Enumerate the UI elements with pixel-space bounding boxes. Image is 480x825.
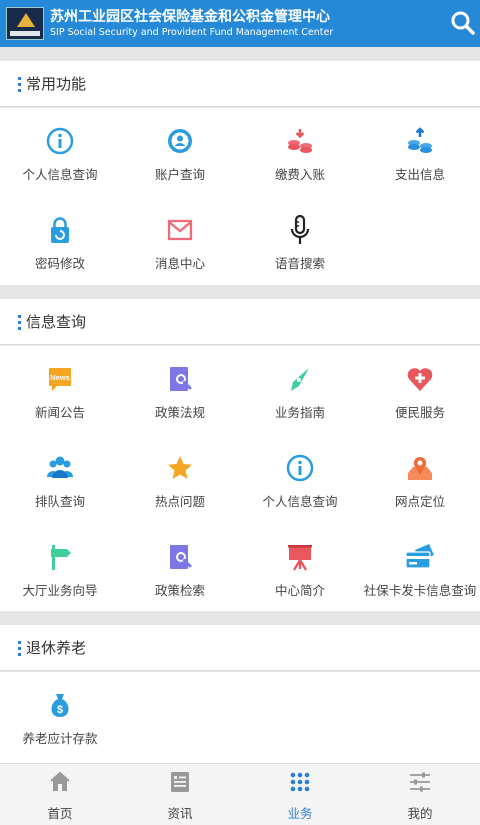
grid-dots-icon	[290, 772, 310, 792]
section-title: 常用功能	[26, 75, 87, 93]
tab-label: 资讯	[167, 806, 193, 821]
item-card-issuance[interactable]: 社保卡发卡信息查询	[360, 524, 480, 612]
compass-icon	[291, 368, 309, 391]
item-news[interactable]: News 新闻公告	[0, 346, 120, 434]
star-icon	[168, 456, 192, 479]
item-label: 排队查询	[34, 494, 85, 509]
section-bar	[18, 641, 21, 656]
item-label: 政策检索	[154, 583, 205, 598]
item-queue-query[interactable]: 排队查询	[0, 435, 120, 523]
money-bag-icon: $	[51, 694, 69, 717]
tab-business[interactable]: 业务	[240, 764, 360, 825]
header-title: 苏州工业园区社会保险基金和公积金管理中心	[50, 9, 330, 25]
sip-logo	[6, 7, 44, 40]
document-search-icon	[170, 545, 192, 569]
item-label: 热点问题	[154, 494, 205, 509]
map-pin-icon	[408, 456, 432, 480]
tab-label: 我的	[407, 806, 433, 821]
item-label: 政策法规	[154, 405, 205, 420]
item-label: 大厅业务向导	[22, 583, 98, 598]
item-hall-guide[interactable]: 大厅业务向导	[0, 524, 120, 612]
home-icon	[50, 771, 70, 791]
item-label: 支出信息	[394, 167, 445, 182]
mail-icon	[167, 219, 193, 241]
item-expense-info[interactable]: 支出信息	[360, 108, 480, 196]
item-public-service[interactable]: 便民服务	[360, 346, 480, 434]
news-badge: News	[50, 373, 70, 382]
item-label: 业务指南	[274, 405, 325, 420]
item-center-intro[interactable]: 中心简介	[240, 524, 360, 612]
item-account-query[interactable]: 账户查询	[120, 108, 240, 196]
bottom-tab-bar: 首页 资讯 业务 我的	[0, 763, 480, 825]
search-icon[interactable]	[449, 9, 477, 37]
sliders-icon	[410, 772, 430, 792]
item-label: 消息中心	[154, 256, 205, 271]
item-message-center[interactable]: 消息中心	[120, 197, 240, 285]
tab-home[interactable]: 首页	[0, 764, 120, 825]
people-icon	[47, 456, 73, 478]
card-icon	[405, 544, 434, 569]
coins-out-icon	[408, 127, 432, 153]
item-label: 便民服务	[394, 405, 445, 420]
microphone-icon	[290, 215, 310, 244]
app-header: 苏州工业园区社会保险基金和公积金管理中心 SIP Social Security…	[0, 0, 480, 47]
account-icon	[168, 129, 192, 153]
item-payment-entry[interactable]: 缴费入账	[240, 108, 360, 196]
item-label: 密码修改	[34, 256, 85, 271]
news-list-icon	[171, 772, 189, 792]
news-icon: News	[49, 368, 71, 391]
info-icon	[46, 127, 74, 155]
section-title: 退休养老	[26, 639, 87, 657]
tab-news[interactable]: 资讯	[120, 764, 240, 825]
lock-icon	[51, 217, 69, 243]
info-icon	[286, 454, 314, 482]
svg-text:$: $	[57, 704, 63, 716]
coins-in-icon	[288, 129, 312, 153]
item-label: 社保卡发卡信息查询	[363, 583, 477, 598]
item-label: 个人信息查询	[262, 494, 338, 509]
common-functions-grid: 个人信息查询 账户查询 缴费入账 支出信息 密码修改 消息中心 语音搜索	[0, 108, 480, 285]
item-policy-regulations[interactable]: 政策法规	[120, 346, 240, 434]
item-voice-search[interactable]: 语音搜索	[240, 197, 360, 285]
item-business-guide[interactable]: 业务指南	[240, 346, 360, 434]
item-label: 语音搜索	[274, 256, 325, 271]
item-hot-questions[interactable]: 热点问题	[120, 435, 240, 523]
item-pension-deposit[interactable]: $ 养老应计存款	[0, 672, 120, 760]
item-label: 养老应计存款	[22, 731, 98, 746]
item-label: 中心简介	[274, 583, 325, 598]
section-info-query: 信息查询	[0, 299, 480, 345]
presentation-icon	[288, 545, 312, 571]
item-label: 个人信息查询	[22, 167, 98, 182]
heart-plus-icon	[407, 368, 433, 391]
item-label: 缴费入账	[274, 167, 325, 182]
header-subtitle: SIP Social Security and Provident Fund M…	[50, 27, 334, 38]
section-bar	[18, 77, 21, 92]
item-label: 新闻公告	[34, 405, 85, 420]
section-common-functions: 常用功能	[0, 61, 480, 107]
signpost-icon	[51, 545, 71, 570]
item-change-password[interactable]: 密码修改	[0, 197, 120, 285]
tab-label: 首页	[47, 806, 73, 821]
item-personal-info[interactable]: 个人信息查询	[0, 108, 120, 196]
item-personal-info-2[interactable]: 个人信息查询	[240, 435, 360, 523]
info-query-grid: News 新闻公告 政策法规 业务指南 便民服务 排队查询 热点问题 个人信息查…	[0, 346, 480, 611]
item-label: 网点定位	[394, 494, 445, 509]
item-policy-search[interactable]: 政策检索	[120, 524, 240, 612]
section-title: 信息查询	[26, 313, 87, 331]
item-branch-location[interactable]: 网点定位	[360, 435, 480, 523]
section-bar	[18, 315, 21, 330]
retirement-grid: $ 养老应计存款	[0, 672, 480, 763]
document-search-icon	[170, 367, 192, 391]
section-retirement: 退休养老	[0, 625, 480, 671]
tab-label: 业务	[287, 806, 313, 821]
tab-mine[interactable]: 我的	[360, 764, 480, 825]
item-label: 账户查询	[154, 167, 205, 182]
